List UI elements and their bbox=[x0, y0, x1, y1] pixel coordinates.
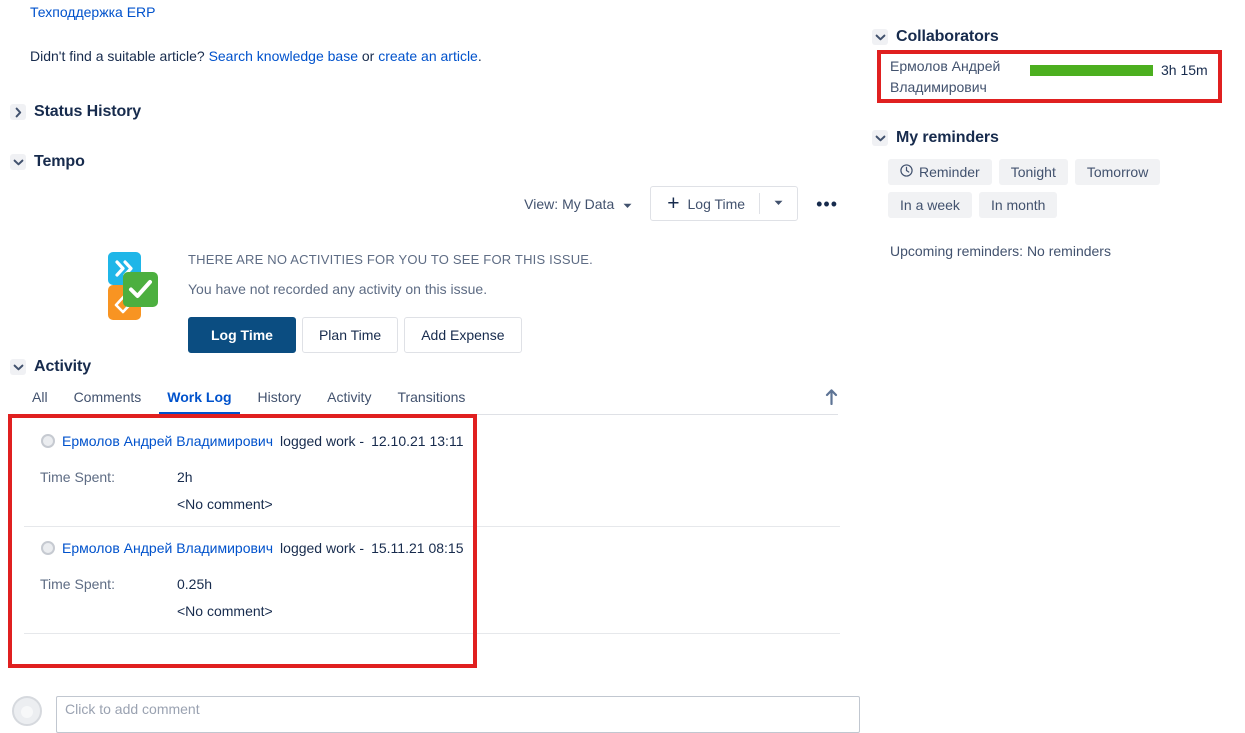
view-label: View: bbox=[524, 195, 559, 212]
add-comment-input[interactable] bbox=[56, 696, 860, 733]
tempo-action-buttons: Log Time Plan Time Add Expense bbox=[188, 317, 593, 353]
collaborator-time-bar: 3h 15m bbox=[1030, 56, 1220, 78]
worklog-author-link[interactable]: Ермолов Андрей Владимирович bbox=[62, 540, 273, 556]
tab-all[interactable]: All bbox=[24, 389, 56, 414]
log-time-button[interactable]: + Log Time bbox=[650, 186, 799, 221]
my-reminders-title: My reminders bbox=[896, 129, 999, 146]
tab-work-log[interactable]: Work Log bbox=[159, 389, 240, 414]
reminder-chip-group: Reminder Tonight Tomorrow In a week In m… bbox=[888, 159, 1238, 218]
tab-transitions[interactable]: Transitions bbox=[389, 389, 473, 414]
worklog-time-spent-label: Time Spent: bbox=[40, 469, 115, 485]
tempo-logo-green-tile bbox=[123, 272, 158, 307]
worklog-entry-body: Time Spent: 2h <No comment> bbox=[24, 469, 840, 512]
knowledge-base-prompt: Didn't find a suitable article? Search k… bbox=[30, 48, 482, 64]
worklog-entry-header: Ермолов Андрей Владимирович logged work … bbox=[41, 433, 840, 449]
kb-prompt-prefix: Didn't find a suitable article? bbox=[30, 48, 209, 64]
plan-time-action-button[interactable]: Plan Time bbox=[301, 317, 399, 353]
collaborators-title: Collaborators bbox=[896, 28, 999, 45]
status-history-section-header[interactable]: Status History bbox=[10, 103, 141, 121]
chevron-right-icon[interactable] bbox=[10, 104, 26, 120]
worklog-time-spent-label: Time Spent: bbox=[40, 576, 115, 592]
add-comment-row bbox=[12, 696, 860, 733]
avatar bbox=[41, 541, 55, 555]
activity-section-header[interactable]: Activity bbox=[10, 358, 91, 376]
worklog-time-spent-value: 0.25h bbox=[177, 576, 213, 592]
sort-ascending-arrow-icon[interactable] bbox=[825, 389, 838, 414]
plus-icon: + bbox=[667, 192, 680, 215]
log-time-button-label: Log Time bbox=[687, 195, 746, 212]
collaborator-row: Ермолов Андрей Владимирович 3h 15m bbox=[890, 56, 1220, 98]
kb-prompt-middle: or bbox=[358, 48, 379, 64]
tempo-empty-text: THERE ARE NO ACTIVITIES FOR YOU TO SEE F… bbox=[188, 252, 593, 353]
issue-right-sidebar: Collaborators Ермолов Андрей Владимирови… bbox=[866, 0, 1245, 729]
worklog-entry-values: 0.25h <No comment> bbox=[177, 576, 273, 619]
log-time-chevron-down-icon[interactable] bbox=[760, 198, 797, 209]
chevron-down-icon[interactable] bbox=[10, 154, 26, 170]
tab-activity[interactable]: Activity bbox=[319, 389, 379, 414]
reminder-button-label: Reminder bbox=[919, 164, 980, 180]
view-selected-value[interactable]: My Data bbox=[562, 196, 614, 212]
activity-title: Activity bbox=[34, 358, 91, 375]
view-chevron-down-icon[interactable] bbox=[623, 196, 632, 212]
collaborator-name: Ермолов Андрей Владимирович bbox=[890, 58, 1001, 95]
worklog-entry-body: Time Spent: 0.25h <No comment> bbox=[24, 576, 840, 619]
upcoming-reminders-text: Upcoming reminders: No reminders bbox=[890, 243, 1111, 259]
worklog-author-link[interactable]: Ермолов Андрей Владимирович bbox=[62, 433, 273, 449]
tempo-logo-icon bbox=[108, 252, 160, 330]
tempo-empty-state: THERE ARE NO ACTIVITIES FOR YOU TO SEE F… bbox=[108, 252, 593, 353]
activity-tabs: All Comments Work Log History Activity T… bbox=[24, 386, 838, 415]
reminder-in-month-button[interactable]: In month bbox=[978, 192, 1058, 218]
worklog-entry-values: 2h <No comment> bbox=[177, 469, 273, 512]
worklog-action-text: logged work - bbox=[280, 540, 365, 556]
create-article-link[interactable]: create an article bbox=[378, 48, 478, 64]
tempo-title: Tempo bbox=[34, 153, 85, 170]
reminder-tomorrow-button[interactable]: Tomorrow bbox=[1074, 159, 1161, 185]
kb-prompt-suffix: . bbox=[477, 48, 482, 64]
reminder-in-a-week-button[interactable]: In a week bbox=[888, 192, 972, 218]
chevron-down-icon[interactable] bbox=[10, 359, 26, 375]
knowledge-base-project-link[interactable]: Техподдержка ERP bbox=[30, 4, 155, 20]
tab-history[interactable]: History bbox=[250, 389, 310, 414]
tempo-empty-subtext: You have not recorded any activity on th… bbox=[188, 281, 488, 297]
log-time-action-button[interactable]: Log Time bbox=[188, 317, 296, 353]
collaborator-progress-bar bbox=[1030, 64, 1153, 76]
worklog-timestamp: 15.11.21 08:15 bbox=[371, 540, 464, 556]
tempo-more-actions-icon[interactable]: ••• bbox=[816, 195, 838, 213]
worklog-action-text: logged work - bbox=[280, 433, 365, 449]
tempo-empty-headline: THERE ARE NO ACTIVITIES FOR YOU TO SEE F… bbox=[188, 252, 593, 267]
worklog-entry: Ермолов Андрей Владимирович logged work … bbox=[24, 527, 840, 634]
reminder-tonight-button[interactable]: Tonight bbox=[998, 159, 1068, 185]
issue-main-column: Техподдержка ERP Didn't find a suitable … bbox=[0, 0, 862, 733]
search-knowledge-base-link[interactable]: Search knowledge base bbox=[209, 48, 358, 64]
worklog-comment-value: <No comment> bbox=[177, 496, 273, 512]
status-history-title: Status History bbox=[34, 103, 142, 120]
collaborators-section-header[interactable]: Collaborators bbox=[872, 28, 999, 46]
tempo-section-header[interactable]: Tempo bbox=[10, 153, 85, 171]
chevron-down-icon[interactable] bbox=[872, 29, 888, 45]
tab-comments[interactable]: Comments bbox=[66, 389, 150, 414]
worklog-entry-header: Ермолов Андрей Владимирович logged work … bbox=[41, 540, 840, 556]
worklog-entry: Ермолов Андрей Владимирович logged work … bbox=[24, 420, 840, 527]
worklog-timestamp: 12.10.21 13:11 bbox=[371, 433, 464, 449]
chevron-down-icon[interactable] bbox=[872, 130, 888, 146]
collaborator-time-value: 3h 15m bbox=[1161, 62, 1208, 78]
tempo-toolbar: View: My Data + Log Time ••• bbox=[524, 186, 838, 221]
worklog-time-spent-value: 2h bbox=[177, 469, 193, 485]
clock-icon bbox=[900, 164, 913, 180]
worklog-comment-value: <No comment> bbox=[177, 603, 273, 619]
worklog-entry-list: Ермолов Андрей Владимирович logged work … bbox=[24, 420, 840, 634]
avatar bbox=[12, 696, 42, 726]
avatar bbox=[41, 434, 55, 448]
add-expense-action-button[interactable]: Add Expense bbox=[404, 317, 522, 353]
my-reminders-section-header[interactable]: My reminders bbox=[872, 129, 999, 147]
reminder-button[interactable]: Reminder bbox=[888, 159, 992, 185]
